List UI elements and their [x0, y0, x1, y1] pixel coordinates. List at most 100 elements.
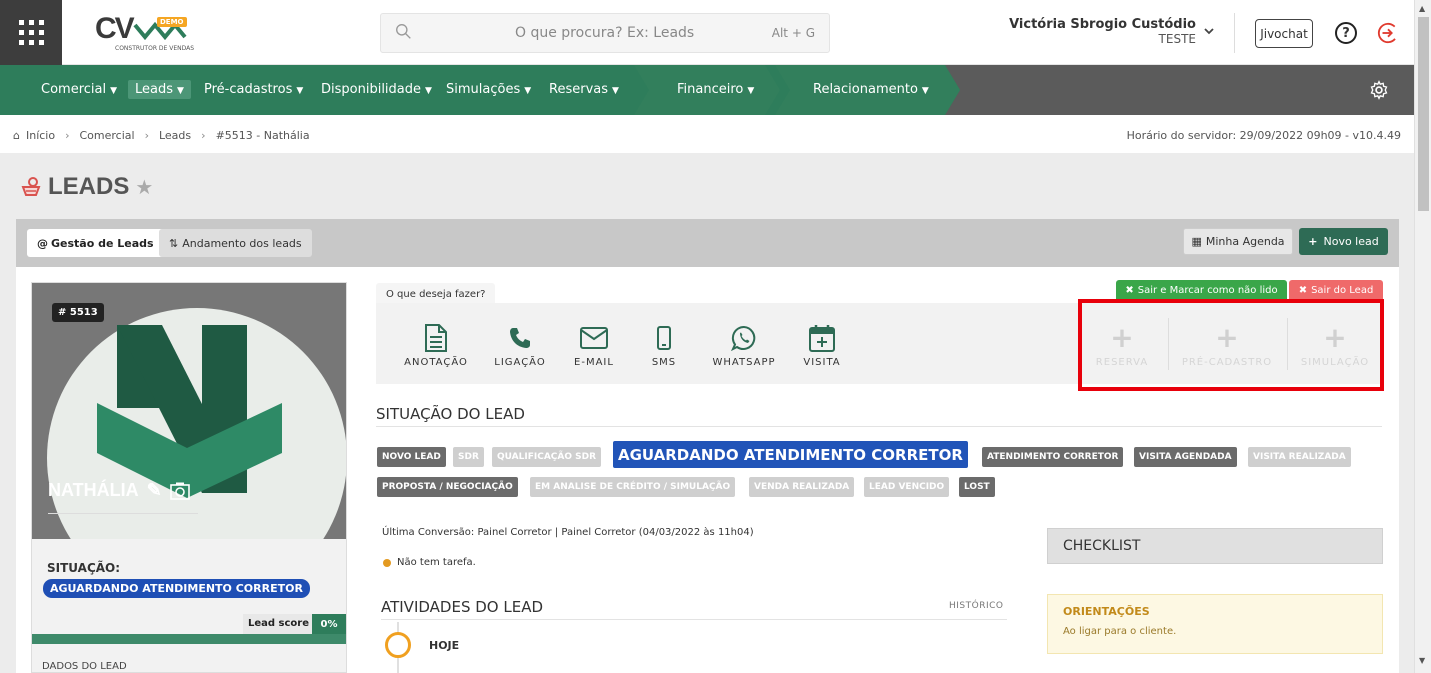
page-title: LEADS ★: [20, 173, 153, 201]
breadcrumb-separator: ›: [201, 129, 206, 142]
sair-do-lead-button[interactable]: ✖ Sair do Lead: [1289, 280, 1383, 301]
atividades-title: ATIVIDADES DO LEAD: [381, 598, 544, 616]
minha-agenda-button[interactable]: ▦ Minha Agenda: [1183, 228, 1293, 255]
settings-gear-icon[interactable]: [1369, 80, 1389, 100]
search-icon: [396, 24, 411, 39]
actions-prompt: O que deseja fazer?: [376, 283, 496, 305]
divider: [376, 426, 1382, 427]
breadcrumb-leads[interactable]: Leads: [159, 129, 191, 142]
novo-lead-button[interactable]: + Novo lead: [1299, 228, 1388, 255]
chevron-down-icon[interactable]: [1203, 25, 1215, 37]
checklist-panel[interactable]: CHECKLIST: [1047, 528, 1383, 564]
action-ligacao[interactable]: LIGAÇÃO: [480, 323, 560, 368]
mobile-icon: [657, 326, 671, 350]
search-box[interactable]: O que procura? Ex: Leads Alt + G: [380, 13, 830, 53]
orientacoes-panel: ORIENTAÇÕES Ao ligar para o cliente.: [1047, 594, 1383, 654]
app-menu-button[interactable]: [0, 0, 62, 65]
tarefa-text: Não tem tarefa.: [397, 557, 476, 568]
tab-gestao-de-leads[interactable]: @ Gestão de Leads: [27, 229, 164, 257]
plus-icon: +: [1308, 235, 1318, 248]
nav-simulacoes[interactable]: Simulações ▼: [439, 80, 538, 99]
status-analise-credito[interactable]: EM ANALISE DE CRÉDITO / SIMULAÇÃO: [530, 477, 736, 497]
lead-score-value: 0%: [312, 614, 346, 634]
situacao-badge: AGUARDANDO ATENDIMENTO CORRETOR: [43, 579, 310, 598]
close-icon: ✖: [1125, 285, 1134, 296]
breadcrumb-separator: ›: [65, 129, 70, 142]
divider: [1234, 13, 1235, 53]
user-role: TESTE: [1158, 32, 1196, 46]
status-visita-realizada[interactable]: VISITA REALIZADA: [1248, 447, 1351, 467]
scroll-down-icon[interactable]: ▼: [1419, 656, 1425, 665]
nav-pre-cadastros[interactable]: Pré-cadastros ▼: [197, 80, 310, 99]
action-visita[interactable]: VISITA: [782, 323, 862, 368]
action-label: SMS: [651, 357, 677, 368]
jivochat-button[interactable]: Jivochat: [1255, 19, 1313, 48]
nav-leads[interactable]: Leads ▼: [128, 80, 191, 99]
nav-financeiro[interactable]: Financeiro ▼: [670, 80, 761, 99]
status-novo-lead[interactable]: NOVO LEAD: [377, 447, 446, 467]
user-menu[interactable]: Victória Sbrogio Custódio TESTE: [1009, 17, 1196, 46]
timeline-hoje: HOJE: [429, 639, 460, 652]
status-dot-icon: [383, 558, 391, 567]
action-anotacao[interactable]: ANOTAÇÃO: [396, 323, 476, 368]
main-nav: Comercial ▼ Leads ▼ Pré-cadastros ▼ Disponi…: [0, 65, 1414, 115]
action-sms[interactable]: SMS: [624, 323, 704, 368]
nav-reservas[interactable]: Reservas ▼: [542, 80, 626, 99]
orientacoes-body: Ao ligar para o cliente.: [1063, 626, 1177, 637]
status-proposta-negociacao[interactable]: PROPOSTA / NEGOCIAÇÃO: [377, 477, 518, 497]
breadcrumb-inicio[interactable]: Início: [26, 129, 55, 142]
status-venda-realizada[interactable]: VENDA REALIZADA: [749, 477, 855, 497]
nav-disponibilidade[interactable]: Disponibilidade ▼: [314, 80, 439, 99]
lead-score-label: Lead score: [243, 614, 315, 634]
action-label: VISITA: [803, 357, 841, 368]
action-label: WHATSAPP: [712, 357, 776, 368]
timeline-circle-icon: [385, 632, 411, 658]
action-email[interactable]: E-MAIL: [554, 323, 634, 368]
tab-andamento-dos-leads[interactable]: ⇅ Andamento dos leads: [159, 229, 312, 257]
top-bar: CV DEMO CONSTRUTOR DE VENDAS O que procu…: [0, 0, 1414, 65]
status-lead-vencido[interactable]: LEAD VENCIDO: [864, 477, 950, 497]
breadcrumb-comercial[interactable]: Comercial: [80, 129, 135, 142]
nav-relacionamento[interactable]: Relacionamento ▼: [806, 80, 936, 99]
status-aguardando-atendimento[interactable]: AGUARDANDO ATENDIMENTO CORRETOR: [613, 441, 968, 468]
action-label: E-MAIL: [574, 357, 614, 368]
envelope-icon: [580, 327, 608, 349]
historico-link[interactable]: HISTÓRICO: [949, 601, 1004, 611]
status-sdr[interactable]: SDR: [453, 447, 484, 467]
scrollbar[interactable]: ▲ ▼: [1414, 0, 1431, 673]
breadcrumb: ⌂ Início › Comercial › Leads › #5513 - N…: [13, 129, 310, 142]
sair-marcar-nao-lido-button[interactable]: ✖ Sair e Marcar como não lido: [1116, 280, 1287, 301]
camera-icon[interactable]: [169, 482, 190, 500]
sort-icon: ⇅: [169, 236, 179, 250]
status-qualificacao-sdr[interactable]: QUALIFICAÇÃO SDR: [492, 447, 602, 467]
favorite-star-icon[interactable]: ★: [135, 175, 153, 199]
logo[interactable]: CV DEMO CONSTRUTOR DE VENDAS: [95, 12, 194, 54]
highlight-box: [1078, 299, 1384, 391]
action-whatsapp[interactable]: WHATSAPP: [704, 323, 784, 368]
nav-comercial[interactable]: Comercial ▼: [34, 80, 124, 99]
whatsapp-icon: [731, 325, 756, 351]
page-title-text: LEADS: [48, 173, 130, 200]
status-lost[interactable]: LOST: [959, 477, 995, 497]
scrollbar-thumb[interactable]: [1418, 17, 1429, 211]
logout-icon[interactable]: [1377, 22, 1399, 44]
scroll-up-icon[interactable]: ▲: [1419, 4, 1425, 13]
status-visita-agendada[interactable]: VISITA AGENDADA: [1134, 447, 1237, 467]
at-icon: @: [37, 236, 48, 250]
lead-name-text: NATHÁLIA: [48, 480, 139, 500]
phone-icon: [510, 328, 530, 348]
breadcrumb-separator: ›: [144, 129, 149, 142]
orientacoes-title: ORIENTAÇÕES: [1063, 605, 1150, 618]
search-shortcut: Alt + G: [771, 26, 815, 40]
help-icon[interactable]: ?: [1335, 22, 1357, 44]
status-atendimento-corretor[interactable]: ATENDIMENTO CORRETOR: [982, 447, 1124, 467]
grid-icon: [18, 20, 44, 45]
divider: [48, 513, 198, 514]
edit-pencil-icon[interactable]: ✎: [147, 480, 162, 501]
action-label: ANOTAÇÃO: [404, 357, 468, 368]
home-icon: ⌂: [13, 129, 20, 142]
action-label: LIGAÇÃO: [494, 357, 546, 368]
server-time: Horário do servidor: 29/09/2022 09h09 - …: [1126, 129, 1401, 142]
breadcrumb-current: #5513 - Nathália: [215, 129, 310, 142]
logo-text: CV: [95, 12, 135, 45]
